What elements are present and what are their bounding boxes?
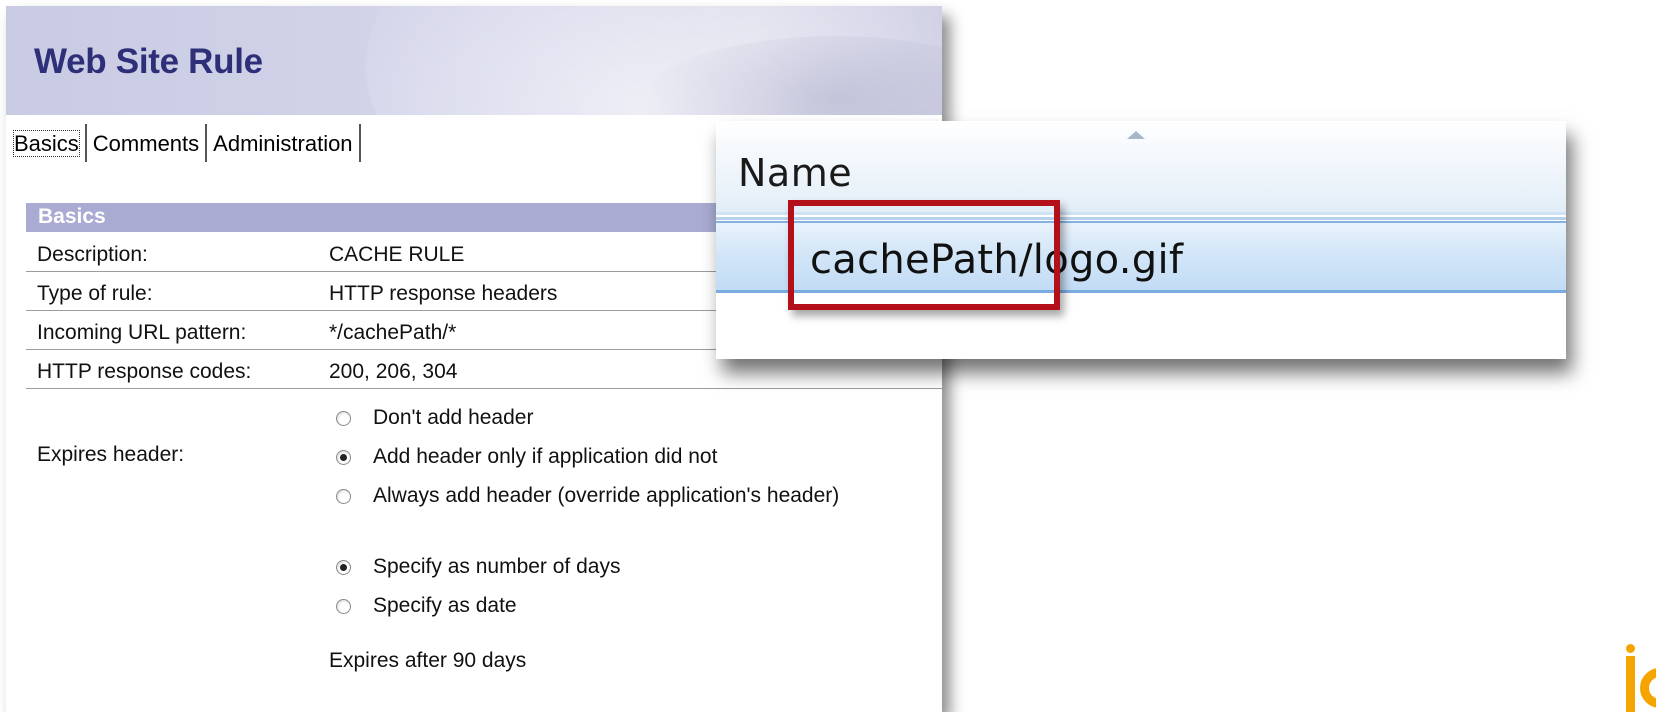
- radio-always-add-header[interactable]: Always add header (override application'…: [336, 484, 839, 508]
- field-label: Description:: [37, 243, 148, 266]
- tab-bar: Basics Comments Administration: [12, 124, 361, 164]
- radio-label: Specify as number of days: [373, 555, 621, 578]
- radio-specify-days[interactable]: Specify as number of days: [336, 555, 620, 579]
- radio-button[interactable]: [336, 559, 351, 575]
- column-header-label: Name: [738, 151, 853, 195]
- radio-add-if-missing[interactable]: Add header only if application did not: [336, 445, 717, 469]
- radio-dont-add-header[interactable]: Don't add header: [336, 406, 533, 430]
- form-header: Web Site Rule: [6, 6, 942, 115]
- tab-basics[interactable]: Basics: [12, 124, 87, 162]
- expires-after-text: Expires after 90 days: [329, 649, 527, 672]
- field-value: HTTP response headers: [329, 282, 558, 305]
- callout-highlight-box: [788, 200, 1060, 310]
- radio-specify-date[interactable]: Specify as date: [336, 594, 517, 618]
- radio-button[interactable]: [336, 488, 351, 504]
- field-value: 200, 206, 304: [329, 360, 458, 383]
- field-value: CACHE RULE: [329, 243, 465, 266]
- radio-button[interactable]: [336, 449, 351, 465]
- web-site-rule-panel: Web Site Rule Basics Comments Administra…: [6, 6, 942, 712]
- tab-comments[interactable]: Comments: [87, 124, 208, 162]
- radio-label: Specify as date: [373, 594, 517, 617]
- radio-label: Always add header (override application'…: [373, 484, 840, 507]
- logo-ring: [1640, 668, 1656, 708]
- logo-stem: [1626, 656, 1635, 712]
- field-value: */cachePath/*: [329, 321, 457, 344]
- radio-label: Don't add header: [373, 406, 534, 429]
- logo-dot: [1626, 644, 1635, 653]
- page-title: Web Site Rule: [34, 42, 263, 81]
- radio-button[interactable]: [336, 410, 351, 426]
- field-label: HTTP response codes:: [37, 360, 252, 383]
- field-label: Type of rule:: [37, 282, 153, 305]
- tab-administration[interactable]: Administration: [207, 124, 361, 162]
- radio-label: Add header only if application did not: [373, 445, 718, 468]
- sort-up-arrow-icon: [1127, 131, 1145, 139]
- field-label: Incoming URL pattern:: [37, 321, 247, 344]
- logo-icon: [1623, 638, 1656, 712]
- radio-button[interactable]: [336, 598, 351, 614]
- expires-header-label: Expires header:: [37, 443, 185, 466]
